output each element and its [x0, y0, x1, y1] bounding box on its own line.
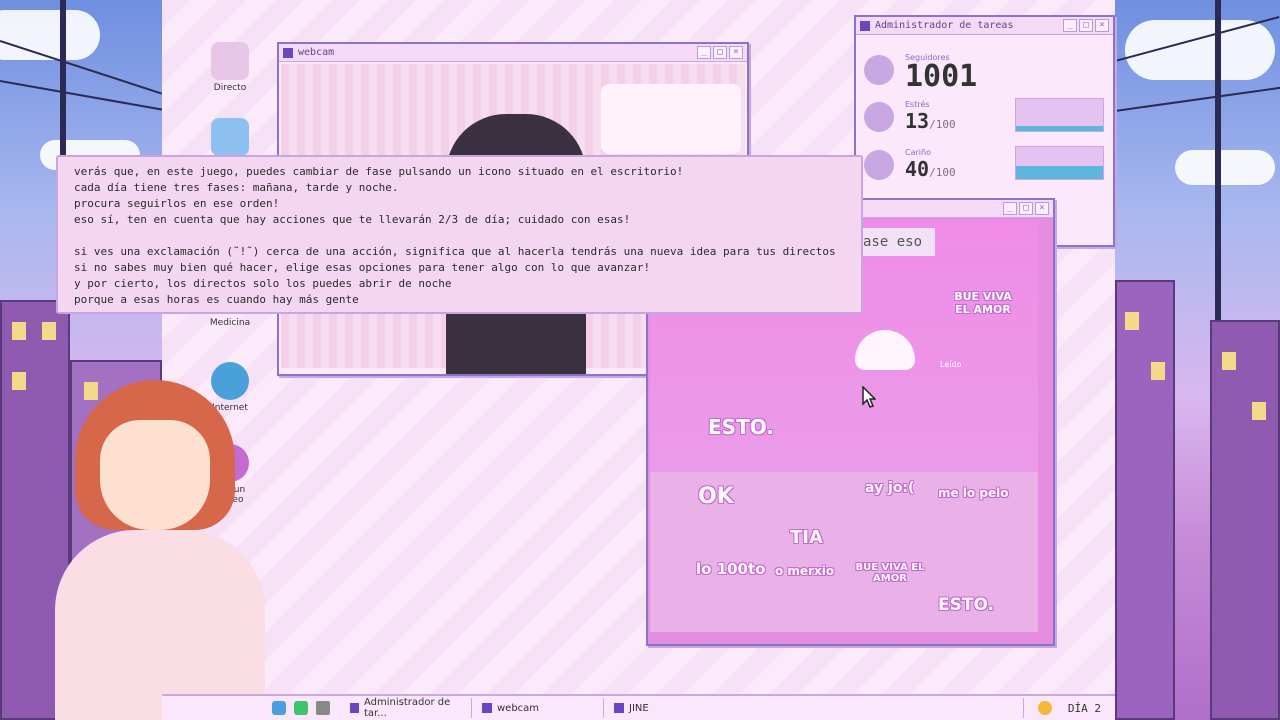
puzzle-icon [211, 118, 249, 156]
close-button[interactable]: × [729, 46, 743, 59]
sticker-esto-small[interactable]: ESTO. [938, 595, 994, 615]
sticker-ay-jo[interactable]: ay jo:( [865, 480, 914, 496]
webcam-titlebar[interactable]: webcam _ □ × [279, 44, 747, 62]
sticker-o-merxio[interactable]: o merxio [775, 564, 834, 578]
taskbar: Administrador de tar... webcam JINE DÍA … [162, 694, 1115, 720]
window-icon [860, 20, 870, 31]
stress-bar [1015, 98, 1104, 132]
read-receipt: Leído [940, 360, 962, 369]
maximize-button[interactable]: □ [713, 46, 727, 59]
computer-icon[interactable] [316, 701, 330, 715]
sun-icon [1037, 701, 1052, 715]
mouse-cursor-icon [862, 386, 876, 408]
maximize-button[interactable]: □ [1019, 202, 1033, 215]
close-button[interactable]: × [1035, 202, 1049, 215]
tutorial-dialog: verás que, en este juego, puedes cambiar… [56, 155, 863, 314]
minimize-button[interactable]: _ [697, 46, 711, 59]
task-manager-titlebar[interactable]: Administrador de tareas _ □ × [856, 17, 1113, 35]
taskbar-webcam[interactable]: webcam [476, 698, 604, 718]
day-indicator[interactable]: DÍA 2 [1022, 698, 1115, 718]
close-button[interactable]: × [1095, 19, 1109, 32]
avatar [864, 55, 894, 85]
desktop-icon-puzzle[interactable] [200, 118, 260, 159]
desktop-icon-directo[interactable]: Directo [200, 42, 260, 93]
minimize-button[interactable]: _ [1063, 19, 1077, 32]
sticker-ok[interactable]: OK [698, 484, 734, 509]
cat-sticker [855, 330, 915, 370]
twitter-icon[interactable] [272, 701, 286, 715]
sticker-lo-100to[interactable]: lo 100to [696, 560, 765, 578]
sticker-me-lo-pelo[interactable]: me lo pelo [938, 486, 1008, 500]
right-background-scenery [1115, 0, 1280, 720]
avatar [864, 102, 894, 132]
sticker-palette[interactable]: OK TIA ay jo:( me lo pelo lo 100to o mer… [650, 472, 1038, 632]
minimize-button[interactable]: _ [1003, 202, 1017, 215]
plushies-shelf [601, 84, 741, 154]
desktop-icon-medicina[interactable]: Medicina [200, 318, 260, 328]
message-bubble: ase eso [855, 228, 935, 256]
sticker-esto: ESTO. [708, 415, 774, 439]
chat-app-icon[interactable] [294, 701, 308, 715]
sticker-tia[interactable]: TIA [790, 527, 823, 548]
avatar [864, 150, 894, 180]
taskbar-jine[interactable]: JINE [608, 698, 736, 718]
followers-stat: Seguidores 1001 [905, 53, 978, 94]
sticker-bue-viva: BUE VIVA EL AMOR [954, 290, 1012, 316]
affection-bar [1015, 146, 1104, 180]
sticker-bue-viva-small[interactable]: BUE VIVA EL AMOR [855, 562, 925, 584]
maximize-button[interactable]: □ [1079, 19, 1093, 32]
window-icon [283, 47, 293, 58]
stream-icon [211, 42, 249, 80]
taskbar-task-manager[interactable]: Administrador de tar... [344, 697, 472, 719]
vtuber-avatar [55, 380, 265, 720]
